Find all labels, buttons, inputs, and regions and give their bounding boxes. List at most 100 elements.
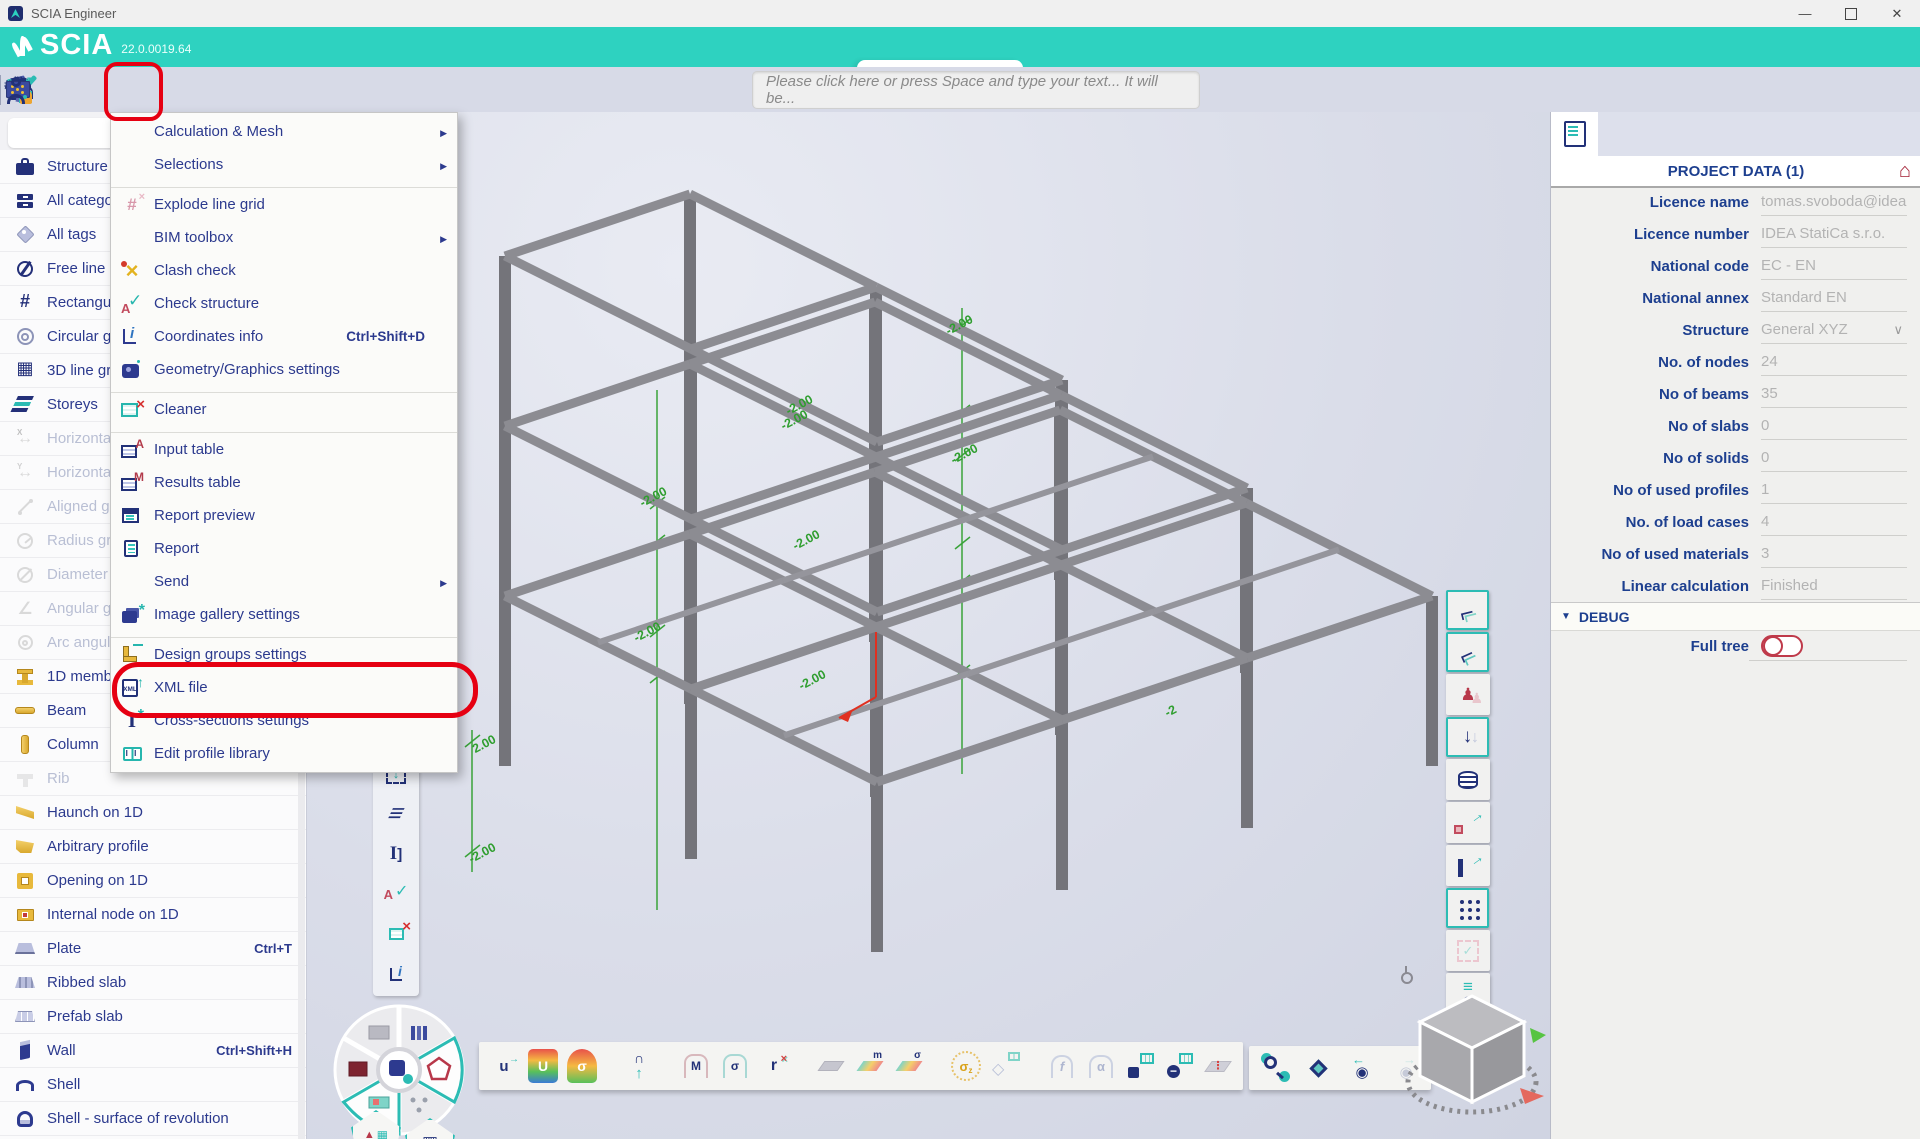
moment-M-icon[interactable] bbox=[681, 1049, 711, 1083]
sigma-z-icon[interactable] bbox=[951, 1051, 981, 1081]
annotation-xml-file-highlight bbox=[112, 662, 478, 718]
menu-item[interactable]: BIM toolbox bbox=[111, 221, 457, 254]
sidebar-item[interactable]: Ribbed slab bbox=[0, 966, 306, 1000]
sidebar-item[interactable]: Haunch on 1D bbox=[0, 796, 306, 830]
user-account-icon[interactable] bbox=[0, 73, 36, 107]
menu-item[interactable]: Geometry/Graphics settings bbox=[111, 353, 457, 386]
clash-check-icon bbox=[119, 258, 145, 284]
sidebar-item[interactable]: Plate Ctrl+T bbox=[0, 932, 306, 966]
property-value: 1 bbox=[1761, 477, 1907, 504]
chevron-down-icon[interactable]: ∨ bbox=[1893, 322, 1903, 338]
property-value: Finished bbox=[1761, 573, 1907, 600]
project-data-row: No of solids 0 bbox=[1551, 442, 1920, 474]
layers-icon[interactable] bbox=[377, 798, 415, 830]
close-button[interactable]: ✕ bbox=[1874, 0, 1920, 27]
sidebar-item[interactable]: Shell - surface of revolution bbox=[0, 1102, 306, 1136]
menu-item[interactable]: Selections bbox=[111, 148, 457, 181]
property-value: General XYZ bbox=[1761, 317, 1907, 344]
property-label: National annex bbox=[1551, 290, 1761, 307]
slab-sigma-icon[interactable] bbox=[894, 1049, 924, 1083]
menu-item[interactable]: Calculation & Mesh bbox=[111, 115, 457, 148]
menu-item-label: Send bbox=[154, 573, 449, 590]
menu-item[interactable]: Check structure bbox=[111, 287, 457, 320]
debug-section-header[interactable]: ▼ DEBUG bbox=[1551, 602, 1920, 631]
menu-item[interactable]: Report bbox=[111, 532, 457, 565]
menu-item[interactable]: Results table bbox=[111, 466, 457, 499]
spotlight-search-input[interactable]: Please click here or press Space and typ… bbox=[752, 71, 1200, 109]
menu-item-label: Image gallery settings bbox=[154, 606, 449, 623]
project-data-tab[interactable] bbox=[1551, 112, 1598, 156]
menu-item[interactable]: Clash check bbox=[111, 254, 457, 287]
cleaner-icon[interactable] bbox=[377, 918, 415, 950]
reactions-icon[interactable] bbox=[624, 1049, 654, 1083]
result-table-3d-icon[interactable] bbox=[990, 1049, 1020, 1083]
item-icon bbox=[119, 225, 145, 251]
slab-m-icon[interactable] bbox=[855, 1049, 885, 1083]
titlebar: SCIA Engineer — ✕ bbox=[0, 0, 1920, 28]
menu-item[interactable]: Explode line grid bbox=[111, 187, 457, 221]
wheel-materials-icon bbox=[411, 1026, 427, 1040]
property-label: National code bbox=[1551, 258, 1761, 275]
section-cut-2-icon[interactable] bbox=[1446, 632, 1489, 672]
sidebar-item[interactable]: Shell bbox=[0, 1068, 306, 1102]
displacement-U-icon[interactable] bbox=[528, 1049, 558, 1083]
menu-item[interactable]: Cleaner bbox=[111, 392, 457, 426]
project-data-row: No. of nodes 24 bbox=[1551, 346, 1920, 378]
sidebar-item[interactable]: Opening on 1D bbox=[0, 864, 306, 898]
table-remove-icon[interactable] bbox=[1164, 1049, 1194, 1083]
database-icon[interactable] bbox=[1446, 759, 1490, 800]
member-modify-icon[interactable] bbox=[1446, 845, 1490, 886]
sidebar-item[interactable]: Internal node on 1D bbox=[0, 898, 306, 932]
stress-sigma-icon[interactable] bbox=[567, 1049, 597, 1083]
property-label: No. of load cases bbox=[1551, 514, 1761, 531]
quick-access-wheel[interactable] bbox=[329, 1000, 469, 1139]
stress-frame-icon[interactable] bbox=[720, 1049, 750, 1083]
project-data-row: No. of load cases 4 bbox=[1551, 506, 1920, 538]
coordinates-info-icon[interactable] bbox=[377, 958, 415, 990]
check-structure-icon[interactable] bbox=[377, 878, 415, 910]
property-value: tomas.svoboda@idea... bbox=[1761, 189, 1907, 216]
property-label: Licence name bbox=[1551, 194, 1761, 211]
view-back-icon[interactable] bbox=[1347, 1052, 1377, 1084]
maximize-button[interactable] bbox=[1828, 0, 1874, 27]
scia-leaf-icon bbox=[12, 34, 34, 60]
slab-icon[interactable] bbox=[816, 1049, 846, 1083]
point-grid-icon[interactable] bbox=[1446, 888, 1489, 928]
model-viewport[interactable]: -2.00-2.00-2.00-2.00-2.00-2.00-2.00-2.00… bbox=[307, 112, 1550, 1139]
menu-item[interactable]: Input table bbox=[111, 432, 457, 466]
home-icon[interactable]: ⌂ bbox=[1899, 161, 1911, 181]
menu-item-label: Input table bbox=[154, 441, 449, 458]
geometry-settings-icon bbox=[119, 357, 145, 383]
minimize-button[interactable]: — bbox=[1782, 0, 1828, 27]
menu-item[interactable]: Edit profile library bbox=[111, 737, 457, 770]
project-data-row: Licence name tomas.svoboda@idea... bbox=[1551, 186, 1920, 218]
load-persons-icon[interactable] bbox=[1446, 674, 1490, 715]
section-cut-icon[interactable] bbox=[1446, 590, 1489, 630]
selection-check-icon[interactable] bbox=[1446, 930, 1490, 971]
horizontal-x-icon bbox=[10, 426, 40, 452]
menu-item[interactable]: Image gallery settings bbox=[111, 598, 457, 631]
mesh-icon[interactable] bbox=[1203, 1049, 1233, 1083]
temperature-icon[interactable] bbox=[1401, 972, 1413, 984]
menu-item[interactable]: Send bbox=[111, 565, 457, 598]
table-composer-icon[interactable] bbox=[1125, 1049, 1155, 1083]
menu-item[interactable]: Coordinates info Ctrl+Shift+D bbox=[111, 320, 457, 353]
supports-icon[interactable] bbox=[1446, 717, 1489, 757]
sidebar-item-label: Rib bbox=[47, 770, 70, 787]
navigation-cube[interactable] bbox=[1392, 984, 1552, 1134]
member-axes-icon[interactable] bbox=[759, 1049, 789, 1083]
sidebar-item[interactable]: Prefab slab bbox=[0, 1000, 306, 1034]
full-tree-toggle[interactable] bbox=[1761, 635, 1803, 657]
alpha-icon[interactable] bbox=[1086, 1049, 1116, 1083]
menu-item[interactable]: Report preview bbox=[111, 499, 457, 532]
cross-section-icon[interactable] bbox=[377, 838, 415, 870]
node-modify-icon[interactable] bbox=[1446, 802, 1490, 843]
diameter-grid-icon bbox=[10, 562, 40, 588]
forces-f-icon[interactable] bbox=[1047, 1049, 1077, 1083]
deformed-u-icon[interactable] bbox=[489, 1049, 519, 1083]
sidebar-item[interactable]: Wall Ctrl+Shift+H bbox=[0, 1034, 306, 1068]
zoom-selection-icon[interactable] bbox=[1259, 1052, 1289, 1084]
view-cube-icon[interactable] bbox=[1303, 1052, 1333, 1084]
sidebar-item[interactable]: Arbitrary profile bbox=[0, 830, 306, 864]
results-table-icon bbox=[119, 470, 145, 496]
